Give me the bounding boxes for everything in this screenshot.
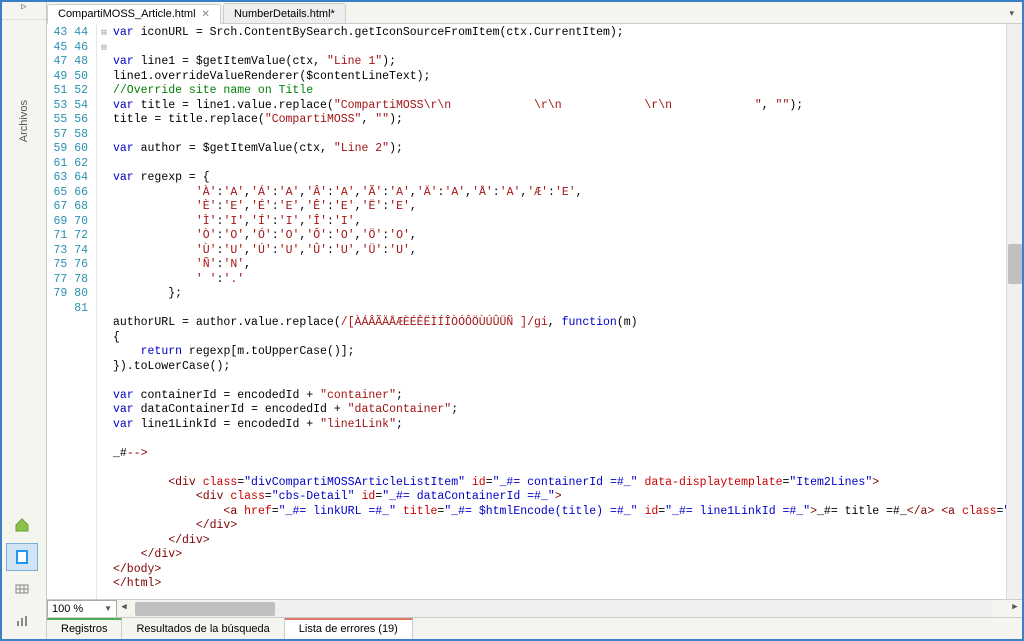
scroll-left-icon[interactable]: ◀: [117, 602, 131, 616]
tab-numberdetails[interactable]: NumberDetails.html*: [223, 3, 346, 23]
tab-compartimoss[interactable]: CompartiMOSS_Article.html ✕: [47, 4, 221, 24]
code-content[interactable]: var iconURL = Srch.ContentBySearch.getIc…: [111, 24, 1006, 599]
fold-gutter[interactable]: ⊟ ⊟: [97, 24, 111, 599]
sidebar-expand-icon[interactable]: ▷: [2, 2, 46, 20]
tab-registros[interactable]: Registros: [47, 618, 122, 639]
tab-bar: CompartiMOSS_Article.html ✕ NumberDetail…: [47, 2, 1022, 24]
scrollbar-thumb[interactable]: [1008, 244, 1022, 284]
document-icon[interactable]: [6, 543, 38, 571]
left-sidebar: ▷ Archivos: [2, 2, 47, 639]
scrollbar-thumb[interactable]: [135, 602, 275, 616]
table-icon[interactable]: [6, 575, 38, 603]
stats-icon[interactable]: [6, 607, 38, 635]
zoom-selector[interactable]: 100 % ▼: [47, 600, 117, 618]
scroll-right-icon[interactable]: ▶: [1008, 602, 1022, 616]
home-icon[interactable]: [6, 511, 38, 539]
line-number-gutter: 43 44 45 46 47 48 49 50 51 52 53 54 55 5…: [47, 24, 97, 599]
tab-resultados[interactable]: Resultados de la búsqueda: [122, 618, 284, 639]
tab-label: CompartiMOSS_Article.html: [58, 8, 196, 20]
horizontal-scrollbar[interactable]: [135, 601, 992, 617]
sidebar-panel-label[interactable]: Archivos: [18, 100, 30, 142]
vertical-scrollbar[interactable]: [1006, 24, 1022, 599]
code-editor[interactable]: 43 44 45 46 47 48 49 50 51 52 53 54 55 5…: [47, 24, 1022, 599]
tab-label: NumberDetails.html*: [234, 8, 335, 20]
chevron-down-icon: ▼: [104, 604, 112, 613]
bottom-panel-tabs: Registros Resultados de la búsqueda List…: [47, 617, 1022, 639]
tab-overflow-icon[interactable]: ▾: [1005, 6, 1018, 21]
close-icon[interactable]: ✕: [202, 9, 210, 20]
tab-errores[interactable]: Lista de errores (19): [285, 618, 413, 639]
